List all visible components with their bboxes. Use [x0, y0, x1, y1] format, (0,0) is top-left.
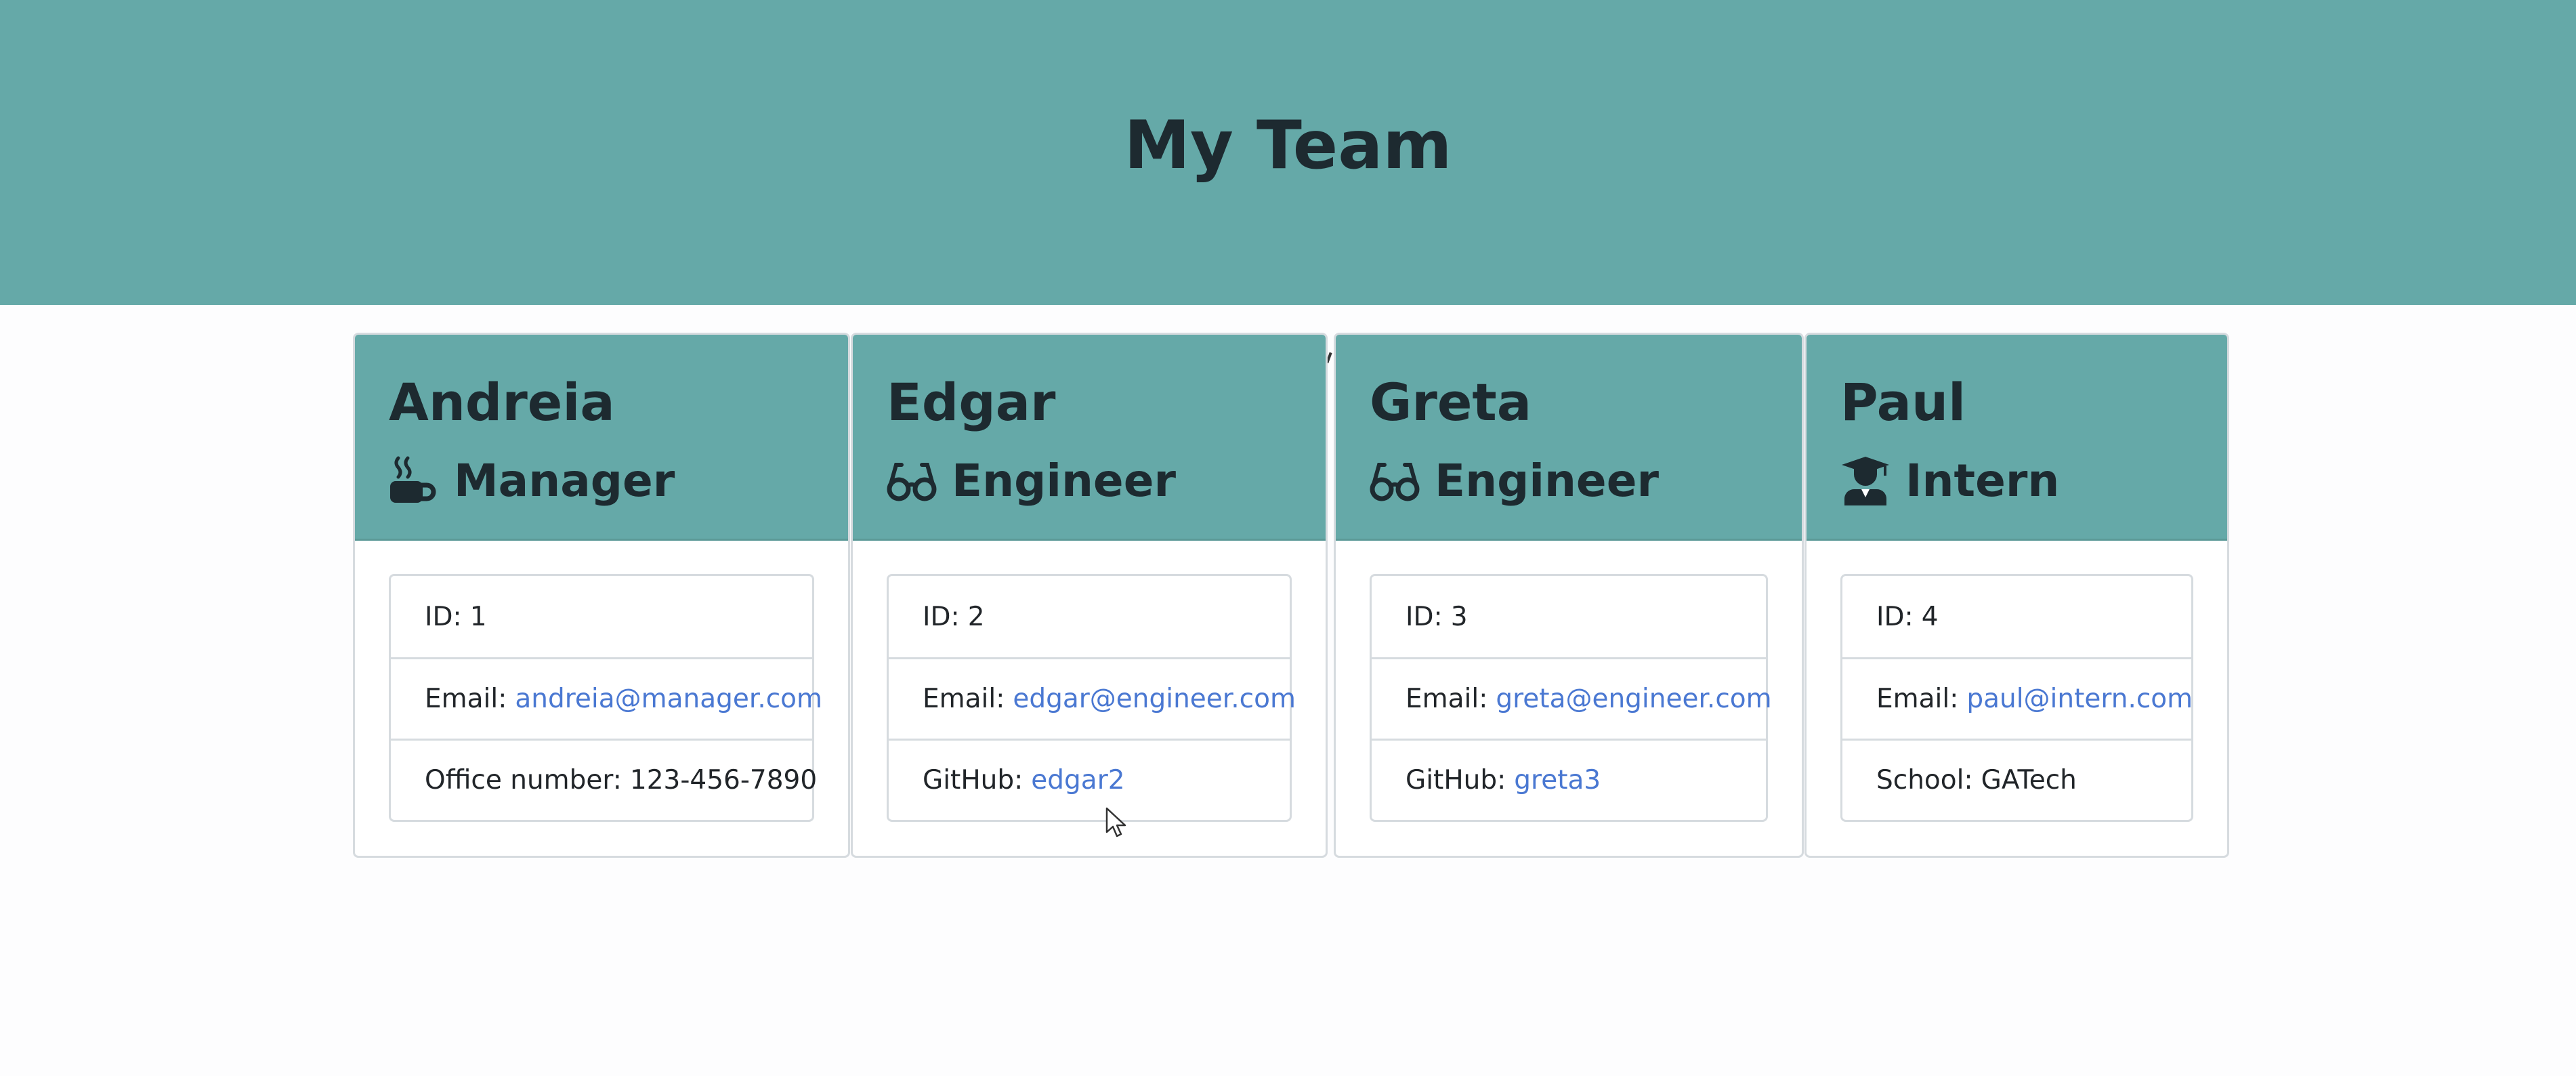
employee-card-engineer: Edgar Engineer ID: 2 Email: edgar@engine…: [851, 333, 1328, 858]
email-row: Email: andreia@manager.com: [391, 657, 822, 739]
school-label: School:: [1876, 765, 1973, 795]
id-row: ID: 4: [1842, 576, 2191, 657]
role-label: Manager: [454, 454, 675, 507]
email-label: Email:: [425, 684, 507, 714]
id-label: ID:: [923, 601, 960, 632]
github-row: GitHub: edgar2: [889, 739, 1290, 820]
github-label: GitHub:: [1406, 765, 1506, 795]
id-label: ID:: [425, 601, 462, 632]
id-row: ID: 3: [1372, 576, 1766, 657]
mouse-cursor-icon: [1105, 806, 1128, 839]
employee-details: ID: 2 Email: edgar@engineer.com GitHub: …: [887, 574, 1296, 822]
role-label: Engineer: [1435, 454, 1659, 507]
school-value: GATech: [1981, 765, 2077, 795]
employee-name: Edgar: [887, 372, 1056, 432]
employee-card-engineer: Greta Engineer ID: 3 Email: greta@engine…: [1334, 333, 1804, 858]
github-link[interactable]: edgar2: [1031, 765, 1124, 795]
email-row: Email: paul@intern.com: [1842, 657, 2193, 739]
email-link[interactable]: edgar@engineer.com: [1013, 684, 1296, 714]
card-header: Greta Engineer: [1336, 335, 1802, 541]
id-label: ID:: [1406, 601, 1443, 632]
email-label: Email:: [1876, 684, 1959, 714]
mug-icon: [389, 455, 439, 505]
employee-name: Paul: [1840, 372, 1966, 432]
employee-name: Greta: [1370, 372, 1532, 432]
employee-role: Engineer: [1370, 440, 1659, 521]
employee-role: Manager: [389, 440, 675, 521]
id-value: 4: [1921, 601, 1939, 632]
role-label: Engineer: [952, 454, 1176, 507]
office-number-label: Office number:: [425, 765, 622, 795]
card-header: Paul Intern: [1807, 335, 2227, 541]
page-header: My Team: [0, 0, 2576, 305]
email-link[interactable]: greta@engineer.com: [1496, 684, 1771, 714]
id-row: ID: 1: [391, 576, 812, 657]
school-row: School: GATech: [1842, 739, 2191, 820]
github-label: GitHub:: [923, 765, 1023, 795]
office-number-value: 123-456-7890: [629, 765, 818, 795]
id-label: ID:: [1876, 601, 1914, 632]
id-value: 3: [1450, 601, 1468, 632]
email-row: Email: greta@engineer.com: [1372, 657, 1772, 739]
employee-details: ID: 1 Email: andreia@manager.com Office …: [389, 574, 822, 822]
github-link[interactable]: greta3: [1514, 765, 1601, 795]
email-row: Email: edgar@engineer.com: [889, 657, 1296, 739]
graduate-icon: [1840, 455, 1891, 505]
page-title: My Team: [1124, 107, 1452, 184]
email-link[interactable]: andreia@manager.com: [515, 684, 822, 714]
id-row: ID: 2: [889, 576, 1290, 657]
github-row: GitHub: greta3: [1372, 739, 1766, 820]
glasses-icon: [1370, 455, 1420, 505]
card-header: Andreia Manager: [355, 335, 848, 541]
glasses-icon: [887, 455, 937, 505]
email-label: Email:: [923, 684, 1005, 714]
role-label: Intern: [1905, 454, 2060, 507]
id-value: 2: [967, 601, 985, 632]
email-link[interactable]: paul@intern.com: [1966, 684, 2193, 714]
employee-card-manager: Andreia Manager ID: 1 Email: andreia@man…: [353, 333, 850, 858]
id-value: 1: [469, 601, 487, 632]
employee-role: Intern: [1840, 440, 2059, 521]
card-header: Edgar Engineer: [853, 335, 1326, 541]
employee-details: ID: 4 Email: paul@intern.com School: GAT…: [1840, 574, 2193, 822]
office-number-row: Office number: 123-456-7890: [391, 739, 817, 820]
employee-details: ID: 3 Email: greta@engineer.com GitHub: …: [1370, 574, 1772, 822]
employee-card-intern: Paul Intern ID: 4 Email: paul@intern.com: [1804, 333, 2229, 858]
employee-role: Engineer: [887, 440, 1176, 521]
email-label: Email:: [1406, 684, 1488, 714]
employee-name: Andreia: [389, 372, 615, 432]
